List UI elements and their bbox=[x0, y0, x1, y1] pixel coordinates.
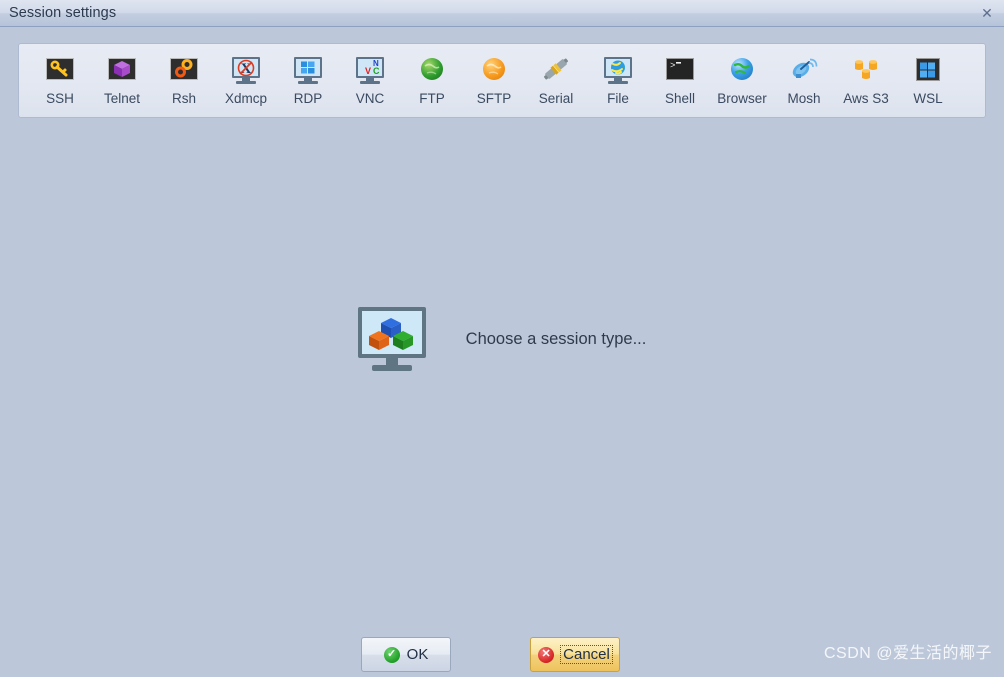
cross-circle-icon: ✕ bbox=[538, 646, 555, 663]
session-type-label: RDP bbox=[293, 91, 323, 106]
session-type-label: VNC bbox=[355, 91, 385, 106]
session-type-toolbar: SSH Telnet Rsh Xdmcp RDP V N C VNC FTP S… bbox=[18, 43, 986, 118]
svg-text:C: C bbox=[373, 66, 380, 76]
purple-cube-icon bbox=[106, 53, 138, 85]
placeholder-text: Choose a session type... bbox=[465, 329, 647, 348]
terminal-icon: > bbox=[664, 53, 696, 85]
svg-text:>: > bbox=[670, 61, 675, 71]
session-type-label: Rsh bbox=[171, 91, 196, 106]
cancel-button[interactable]: ✕ Cancel bbox=[530, 637, 620, 672]
session-type-sftp[interactable]: SFTP bbox=[463, 51, 525, 106]
session-preview-area: Choose a session type... bbox=[0, 307, 1004, 371]
ok-button-label: OK bbox=[406, 646, 429, 663]
session-type-label: WSL bbox=[913, 91, 943, 106]
session-type-shell[interactable]: > Shell bbox=[649, 51, 711, 106]
session-type-serial[interactable]: Serial bbox=[525, 51, 587, 106]
session-type-label: SFTP bbox=[476, 91, 512, 106]
session-type-rdp[interactable]: RDP bbox=[277, 51, 339, 106]
orange-globe-icon bbox=[478, 53, 510, 85]
windows-tile-icon bbox=[912, 53, 944, 85]
windows-monitor-icon bbox=[292, 53, 324, 85]
aws-buckets-icon bbox=[850, 53, 882, 85]
ok-button[interactable]: ✓ OK bbox=[361, 637, 451, 672]
key-icon bbox=[44, 53, 76, 85]
green-globe-icon bbox=[416, 53, 448, 85]
session-type-label: Xdmcp bbox=[224, 91, 268, 106]
dialog-body: SSH Telnet Rsh Xdmcp RDP V N C VNC FTP S… bbox=[0, 27, 1004, 672]
session-type-xdmcp[interactable]: X Xdmcp bbox=[215, 51, 277, 106]
session-type-telnet[interactable]: Telnet bbox=[91, 51, 153, 106]
session-type-label: Mosh bbox=[787, 91, 821, 106]
session-type-label: SSH bbox=[46, 91, 74, 106]
session-type-label: FTP bbox=[419, 91, 445, 106]
window-titlebar: Session settings ✕ bbox=[0, 0, 1004, 27]
blue-globe-icon bbox=[726, 53, 758, 85]
session-type-browser[interactable]: Browser bbox=[711, 51, 773, 106]
close-icon[interactable]: ✕ bbox=[978, 4, 996, 22]
session-type-rsh[interactable]: Rsh bbox=[153, 51, 215, 106]
session-type-label: Browser bbox=[717, 91, 767, 106]
watermark: CSDN @爱生活的椰子 bbox=[823, 645, 992, 662]
serial-plug-icon bbox=[540, 53, 572, 85]
session-type-wsl[interactable]: WSL bbox=[897, 51, 959, 106]
satellite-dish-icon bbox=[788, 53, 820, 85]
session-type-aws-s3[interactable]: Aws S3 bbox=[835, 51, 897, 106]
x-monitor-icon: X bbox=[230, 53, 262, 85]
session-type-label: Shell bbox=[664, 91, 696, 106]
gears-icon bbox=[168, 53, 200, 85]
globe-monitor-icon bbox=[602, 53, 634, 85]
window-title: Session settings bbox=[9, 5, 117, 21]
session-type-mosh[interactable]: Mosh bbox=[773, 51, 835, 106]
vnc-monitor-icon: V N C bbox=[354, 53, 386, 85]
session-type-ftp[interactable]: FTP bbox=[401, 51, 463, 106]
check-circle-icon: ✓ bbox=[383, 646, 400, 663]
monitor-cubes-icon bbox=[357, 307, 426, 371]
session-type-file[interactable]: File bbox=[587, 51, 649, 106]
placeholder-group: Choose a session type... bbox=[357, 307, 647, 371]
session-type-label: Serial bbox=[538, 91, 574, 106]
session-type-ssh[interactable]: SSH bbox=[29, 51, 91, 106]
cancel-button-label: Cancel bbox=[560, 645, 613, 664]
svg-text:V: V bbox=[365, 66, 371, 76]
session-type-vnc[interactable]: V N C VNC bbox=[339, 51, 401, 106]
session-type-label: File bbox=[607, 91, 629, 106]
session-type-label: Telnet bbox=[103, 91, 141, 106]
session-type-label: Aws S3 bbox=[843, 91, 889, 106]
